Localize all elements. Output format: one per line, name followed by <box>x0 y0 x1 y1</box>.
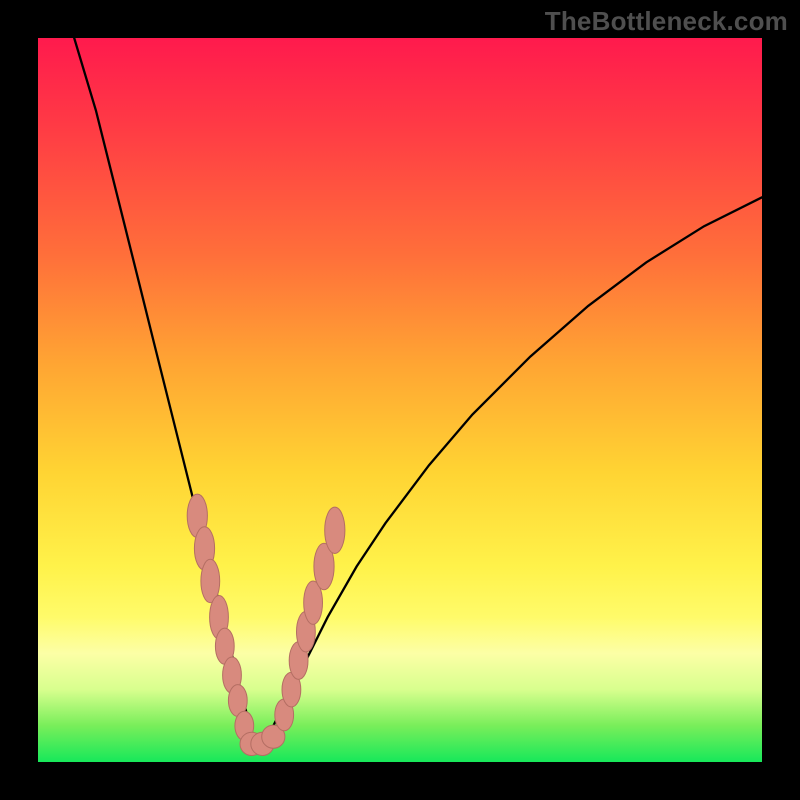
curve-layer <box>38 38 762 762</box>
bottleneck-curve <box>74 38 762 748</box>
watermark-text: TheBottleneck.com <box>545 6 788 37</box>
chart-frame: TheBottleneck.com <box>0 0 800 800</box>
sample-markers <box>187 494 345 755</box>
sample-marker <box>325 507 345 553</box>
plot-area <box>38 38 762 762</box>
